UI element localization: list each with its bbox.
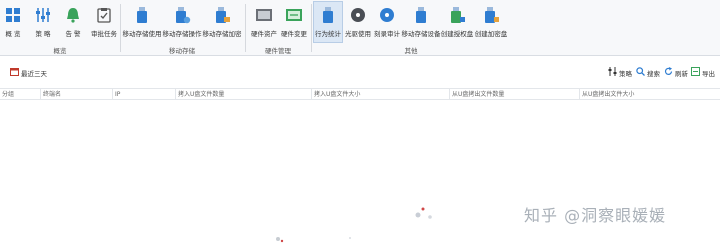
burn-audit-label: 刻录审计 — [374, 30, 400, 38]
usb-operation-button[interactable]: 移动存储操作 — [162, 2, 202, 42]
table-header: 分组 终端名 IP 拷入U盘文件数量 拷入U盘文件大小 从U盘拷出文件数量 从U… — [0, 88, 720, 100]
column-copy-out-size[interactable]: 从U盘拷出文件大小 — [579, 89, 720, 100]
overview-group-label: 概览 — [53, 47, 67, 55]
create-encrypt-button[interactable]: 创建加密盘 — [474, 2, 508, 42]
usb-usage-button[interactable]: 移动存储使用 — [122, 2, 162, 42]
create-encrypt-label: 创建加密盘 — [474, 30, 508, 38]
alert-button[interactable]: 告 警 — [62, 2, 84, 42]
refresh-action[interactable]: 刷新 — [664, 67, 688, 78]
burn-audit-button[interactable]: 刻录审计 — [373, 2, 401, 42]
sliders-icon — [608, 67, 617, 78]
hardware-icon — [254, 5, 274, 25]
create-auth-button[interactable]: 创建授权盘 — [440, 2, 474, 42]
ribbon-toolbar: 概 览 策 略 告 警 审批任务 概览 移动存储使用 移动存储操作 移动存储加密… — [0, 0, 720, 56]
usb-encrypt-label: 移动存储加密 — [202, 30, 242, 38]
usb-device-label: 移动存储设备 — [401, 30, 441, 38]
export-action[interactable]: 导出 — [691, 67, 715, 78]
export-icon — [691, 67, 700, 78]
watermark-text: 知乎 @洞察眼媛媛 — [524, 206, 667, 225]
export-action-label: 导出 — [702, 69, 715, 78]
clipboard-check-icon — [94, 5, 114, 25]
strategy-button[interactable]: 策 略 — [32, 2, 54, 42]
bell-icon — [63, 5, 83, 25]
hardware-change-button[interactable]: 硬件变更 — [280, 2, 308, 42]
strategy-action[interactable]: 策略 — [608, 67, 632, 78]
usb-key-icon — [481, 5, 501, 25]
date-range-label: 最近三天 — [21, 69, 47, 78]
audit-task-label: 审批任务 — [91, 30, 117, 38]
search-action[interactable]: 搜索 — [636, 67, 660, 78]
overview-label: 概 览 — [5, 30, 21, 38]
date-range-selector[interactable]: 最近三天 — [10, 67, 47, 78]
create-auth-label: 创建授权盘 — [440, 30, 474, 38]
hardware-change-label: 硬件变更 — [281, 30, 307, 38]
cd-usage-button[interactable]: 光驱使用 — [344, 2, 372, 42]
strategy-action-label: 策略 — [619, 69, 632, 78]
search-action-label: 搜索 — [647, 69, 660, 78]
column-ip[interactable]: IP — [112, 89, 175, 100]
column-group[interactable]: 分组 — [0, 89, 40, 100]
decorative-specks — [276, 207, 432, 243]
hardware-group-label: 硬件管理 — [265, 47, 291, 55]
column-copy-out-count[interactable]: 从U盘拷出文件数量 — [449, 89, 579, 100]
dashboard-icon — [3, 5, 23, 25]
overview-button[interactable]: 概 览 — [2, 2, 24, 42]
burn-disc-icon — [377, 5, 397, 25]
usb-group-label: 移动存储 — [169, 47, 195, 55]
usb-device-button[interactable]: 移动存储设备 — [401, 2, 441, 42]
refresh-icon — [664, 67, 673, 78]
usb-encrypt-button[interactable]: 移动存储加密 — [202, 2, 242, 42]
calendar-icon — [10, 67, 19, 78]
behavior-stats-label: 行为统计 — [315, 30, 341, 38]
usb-plus-icon — [447, 5, 467, 25]
refresh-action-label: 刷新 — [675, 69, 688, 78]
strategy-label: 策 略 — [35, 30, 51, 38]
audit-task-button[interactable]: 审批任务 — [90, 2, 118, 42]
column-terminal-name[interactable]: 终端名 — [40, 89, 112, 100]
filter-toolbar: 最近三天 策略 搜索 刷新 导出 — [0, 64, 720, 82]
hardware-asset-label: 硬件资产 — [251, 30, 277, 38]
usb-stats-icon — [318, 5, 338, 25]
column-copy-in-size[interactable]: 拷入U盘文件大小 — [311, 89, 449, 100]
usb-operation-label: 移动存储操作 — [162, 30, 202, 38]
behavior-stats-button[interactable]: 行为统计 — [313, 1, 343, 43]
other-group-label: 其他 — [404, 47, 418, 55]
usb-drive-icon — [411, 5, 431, 25]
usb-drive-icon — [172, 5, 192, 25]
cd-usage-label: 光驱使用 — [345, 30, 371, 38]
search-icon — [636, 67, 645, 78]
hardware-asset-button[interactable]: 硬件资产 — [250, 2, 278, 42]
sliders-icon — [33, 5, 53, 25]
usb-lock-icon — [212, 5, 232, 25]
hardware-change-icon — [284, 5, 304, 25]
disc-icon — [348, 5, 368, 25]
usb-drive-icon — [132, 5, 152, 25]
column-copy-in-count[interactable]: 拷入U盘文件数量 — [175, 89, 311, 100]
alert-label: 告 警 — [65, 30, 81, 38]
usb-usage-label: 移动存储使用 — [122, 30, 162, 38]
